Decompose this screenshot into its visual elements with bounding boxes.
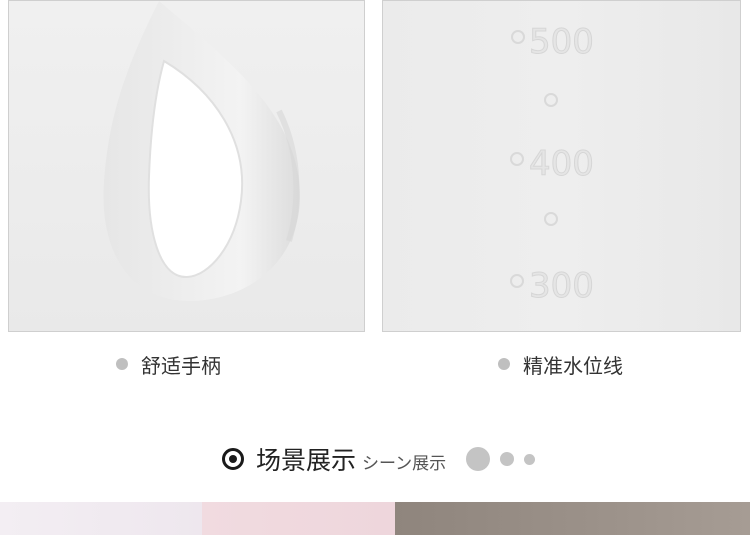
- feature-caption-water-level: 精准水位线: [498, 350, 623, 378]
- scale-circle-mid-2: [544, 212, 558, 226]
- pager-dots: [466, 447, 545, 471]
- pager-dot-icon: [500, 452, 515, 466]
- scene-photo-strip: [0, 502, 750, 535]
- scale-mark-300: 300: [529, 266, 594, 306]
- pager-dot-icon: [466, 447, 491, 471]
- bullet-dot-icon: [498, 358, 510, 370]
- scale-mark-500: 500: [529, 22, 594, 62]
- scene-photo-right: [395, 502, 750, 535]
- pager-dot-icon: [524, 453, 536, 465]
- scene-photo-middle: [202, 502, 395, 535]
- feature-caption-handle: 舒适手柄: [116, 350, 221, 378]
- feature-label: 精准水位线: [523, 353, 623, 378]
- scale-mark-400: 400: [529, 144, 594, 184]
- scene-photo-left: [0, 502, 202, 535]
- water-level-scale-illustration: 500 400 300: [510, 22, 594, 307]
- bullet-dot-icon: [116, 358, 128, 370]
- target-circle-icon: [222, 448, 244, 470]
- section-header: 场景展示 シーン展示: [222, 440, 545, 478]
- bottle-handle-illustration: [103, 1, 300, 301]
- scale-circle-500: [511, 30, 525, 44]
- section-title: 场景展示: [256, 446, 357, 475]
- feature-label: 舒适手柄: [141, 353, 221, 378]
- handle-photo: [8, 0, 365, 332]
- scale-photo: 500 400 300: [382, 0, 741, 332]
- section-subtitle: シーン展示: [362, 453, 447, 474]
- scale-circle-300: [510, 274, 524, 288]
- scale-circle-mid-1: [544, 93, 558, 107]
- scale-circle-400: [510, 152, 524, 166]
